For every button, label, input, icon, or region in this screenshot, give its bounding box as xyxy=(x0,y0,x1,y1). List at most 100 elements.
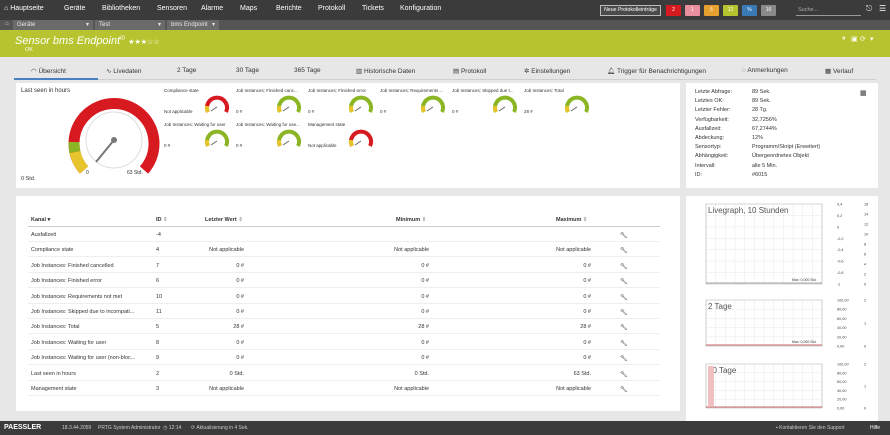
col-last-value[interactable]: Letzter Wert ⇕ xyxy=(205,217,243,223)
y-tick-label: 60,00 xyxy=(837,317,847,321)
tab-log[interactable]: ▤ Protokoll xyxy=(453,67,486,75)
tab-30days[interactable]: 30 Tage xyxy=(236,67,259,74)
minimum-value: 0 # xyxy=(421,309,429,315)
gauge-title: Management state xyxy=(308,122,346,127)
qr-code-icon[interactable]: ▦ xyxy=(860,89,867,97)
nav-alarms[interactable]: Alarme xyxy=(201,5,223,12)
refresh-status[interactable]: ⟳ Aktualisierung in 4 Sek. xyxy=(191,425,249,431)
col-channel[interactable]: Kanal ▾ xyxy=(31,217,50,223)
tab-triggers[interactable]: 🔔︎ Trigger für Benachrichtigungen xyxy=(607,67,706,75)
channel-name[interactable]: Job Instances: Skipped due to incompati.… xyxy=(31,309,134,315)
clock-time: ◷ 12:14 xyxy=(163,425,182,431)
support-link[interactable]: ▪ Kontaktieren Sie den Support xyxy=(776,425,845,431)
nav-libraries[interactable]: Bibliotheken xyxy=(102,5,140,12)
small-gauge xyxy=(276,129,301,147)
col-id[interactable]: ID ⇕ xyxy=(156,217,168,223)
nav-configuration[interactable]: Konfiguration xyxy=(400,5,441,12)
help-button[interactable]: Hilfe xyxy=(870,425,880,431)
table-row[interactable]: Job Instances: Waiting for user (non-blo… xyxy=(28,350,660,366)
nav-maps[interactable]: Maps xyxy=(240,5,257,12)
status-badge: OK xyxy=(25,47,33,53)
wrench-icon[interactable]: 🔧︎ xyxy=(620,247,628,254)
new-log-entries-button[interactable]: Neue Protokolleinträge xyxy=(600,5,661,16)
table-row[interactable]: Job Instances: Total 5 28 # 28 # 28 # 🔧︎ xyxy=(28,319,660,335)
channel-name[interactable]: Job Instances: Waiting for user xyxy=(31,340,106,346)
warning-count-badge[interactable]: 5 xyxy=(704,5,719,16)
channel-name[interactable]: Management state xyxy=(31,386,77,392)
tab-livedata[interactable]: ∿ Livedaten xyxy=(106,67,141,75)
breadcrumb-device[interactable]: bms Endpoint ▾ xyxy=(167,20,219,30)
channel-name[interactable]: Job Instances: Finished error xyxy=(31,278,102,284)
table-row[interactable]: Compliance state 4 Not applicable Not appli… xyxy=(28,242,660,258)
breadcrumb-group[interactable]: Test ▾ xyxy=(95,20,165,30)
menu-dropdown-icon[interactable]: ▾ xyxy=(870,35,874,43)
logout-icon[interactable]: ⎋ xyxy=(866,4,872,14)
ok-count-badge[interactable]: 12 xyxy=(723,5,738,16)
table-row[interactable]: Management state 3 Not applicable Not appli… xyxy=(28,381,660,396)
wrench-icon[interactable]: 🔧︎ xyxy=(620,386,628,393)
priority-stars[interactable]: ★★★☆☆ xyxy=(128,39,159,46)
alarm-count-badge[interactable]: 2 xyxy=(666,5,681,16)
tab-2days[interactable]: 2 Tage xyxy=(177,67,196,74)
table-row[interactable]: Ausfallzeit -4 🔧︎ xyxy=(28,227,660,242)
info-value: 32,7256% xyxy=(752,116,777,123)
wrench-icon[interactable]: 🔧︎ xyxy=(620,278,628,285)
table-row[interactable]: Job Instances: Finished error 6 0 # 0 # 0 # 🔧… xyxy=(28,273,660,289)
user-name[interactable]: PRTG System Administrator xyxy=(98,425,160,431)
col-minimum[interactable]: Minimum ⇕ xyxy=(396,217,426,223)
home-breadcrumb-icon[interactable]: ⌂ xyxy=(5,21,9,27)
wrench-icon[interactable]: 🔧︎ xyxy=(620,371,628,378)
channel-name[interactable]: Last seen in hours xyxy=(31,371,76,377)
gauge-value: 0 # xyxy=(164,143,171,148)
tab-settings[interactable]: ✲ Einstellungen xyxy=(524,67,570,75)
wrench-icon[interactable]: 🔧︎ xyxy=(620,263,628,270)
toolbar-icon[interactable]: ▣ xyxy=(851,35,858,43)
wrench-icon[interactable]: 🔧︎ xyxy=(620,232,628,239)
wrench-icon[interactable]: 🔧︎ xyxy=(620,324,628,331)
nav-home[interactable]: ⌂ Hauptseite xyxy=(4,5,44,12)
table-row[interactable]: Job Instances: Waiting for user 8 0 # 0 # 0 … xyxy=(28,335,660,350)
user-icon[interactable]: ☰ xyxy=(879,4,886,13)
tab-historic[interactable]: ▥ Historische Daten xyxy=(356,67,415,75)
channel-name[interactable]: Job Instances: Requirements not met xyxy=(31,294,122,300)
y2-tick-label: 8 xyxy=(864,243,866,247)
search-input[interactable]: Suche... xyxy=(796,5,861,16)
tab-divider xyxy=(14,79,876,80)
table-row[interactable]: Job Instances: Requirements not met 10 0 #… xyxy=(28,289,660,304)
tab-overview[interactable]: ◠ Übersicht xyxy=(31,67,66,75)
channel-name[interactable]: Compliance state xyxy=(31,247,74,253)
nav-tickets[interactable]: Tickets xyxy=(362,5,384,12)
graph-title: 2 Tage xyxy=(708,302,732,311)
y2-tick-label: 16 xyxy=(864,203,868,207)
wrench-icon[interactable]: 🔧︎ xyxy=(620,340,628,347)
refresh-icon[interactable]: ⟳ xyxy=(860,35,866,43)
y-tick-label: 20,00 xyxy=(837,398,847,402)
nav-sensors[interactable]: Sensoren xyxy=(157,5,187,12)
wrench-icon[interactable]: 🔧︎ xyxy=(620,294,628,301)
paused-count-badge[interactable]: % xyxy=(742,5,757,16)
tab-365days[interactable]: 365 Tage xyxy=(294,67,321,74)
col-maximum[interactable]: Maximum ⇕ xyxy=(556,217,588,223)
breadcrumb-devices[interactable]: Geräte ▾ xyxy=(13,20,93,30)
nav-devices[interactable]: Geräte xyxy=(64,5,85,12)
y-tick-label: 0,00 xyxy=(837,345,844,349)
table-row[interactable]: Job Instances: Finished cancelled 7 0 # 0 #… xyxy=(28,258,660,273)
table-row[interactable]: Last seen in hours 2 0 Std. 0 Std. 63 Std. 🔧︎ xyxy=(28,366,660,381)
top-navigation: ⌂ Hauptseite Geräte Bibliotheken Sensore… xyxy=(0,0,890,20)
info-value: 89 Sek. xyxy=(752,89,771,95)
pause-icon[interactable]: ⏸ xyxy=(842,35,846,43)
nav-reports[interactable]: Berichte xyxy=(276,5,302,12)
unknown-count-badge[interactable]: 16 xyxy=(761,5,776,16)
nav-log[interactable]: Protokoll xyxy=(318,5,345,12)
channel-name[interactable]: Job Instances: Finished cancelled xyxy=(31,263,114,269)
table-row[interactable]: Job Instances: Skipped due to incompati.… xyxy=(28,304,660,319)
channel-name[interactable]: Job Instances: Total xyxy=(31,324,80,330)
channel-name[interactable]: Ausfallzeit xyxy=(31,232,56,238)
tab-history[interactable]: ▦ Verlauf xyxy=(825,67,853,75)
channel-name[interactable]: Job Instances: Waiting for user (non-blo… xyxy=(31,355,135,361)
tab-comments[interactable]: ◌ Anmerkungen xyxy=(742,67,788,74)
unusual-count-badge[interactable]: 1 xyxy=(685,5,700,16)
wrench-icon[interactable]: 🔧︎ xyxy=(620,355,628,362)
wrench-icon[interactable]: 🔧︎ xyxy=(620,309,628,316)
y-tick-label: 80,00 xyxy=(837,371,847,375)
